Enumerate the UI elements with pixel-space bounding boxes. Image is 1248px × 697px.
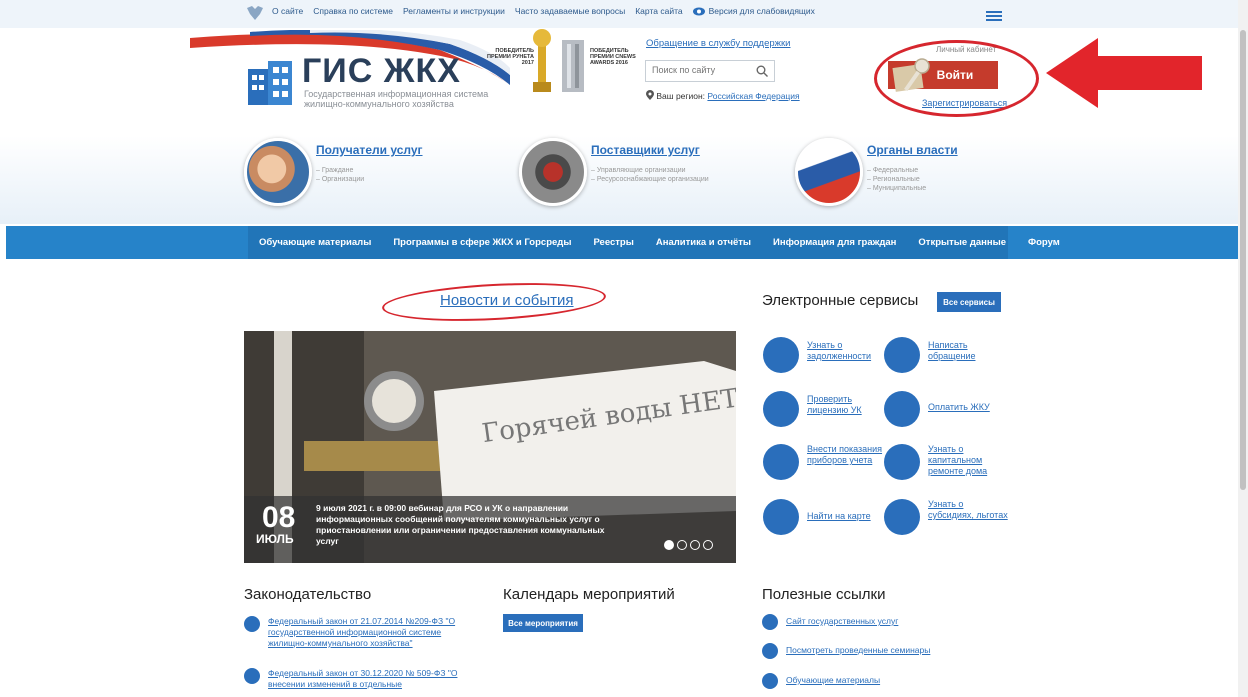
audience-item: – Ресурсоснабжающие организации — [591, 176, 709, 183]
badge-icon — [763, 391, 799, 427]
audience-item: – Региональные — [867, 176, 920, 183]
audience-title[interactable]: Получатели услуг — [316, 143, 423, 157]
accessibility-link[interactable]: Версия для слабовидящих — [692, 6, 815, 16]
document-icon — [244, 668, 260, 684]
audience-item: – Муниципальные — [867, 185, 927, 192]
service-label[interactable]: Оплатить ЖКУ — [928, 402, 1008, 413]
document-icon — [244, 616, 260, 632]
slider-dot[interactable] — [677, 540, 687, 550]
news-slider[interactable]: Горячей воды НЕТ!!! 08 ИЮЛЬ 9 июля 2021 … — [244, 331, 736, 563]
top-bar: О сайте Справка по системе Регламенты и … — [0, 0, 1248, 28]
main-nav: Обучающие материалы Программы в сфере ЖК… — [6, 226, 1238, 259]
search-input[interactable] — [652, 65, 752, 75]
calendar-title: Календарь мероприятий — [503, 586, 675, 603]
nav-item-analytics[interactable]: Аналитика и отчёты — [645, 226, 762, 259]
audience-item: – Граждане — [316, 167, 354, 174]
scrollbar-thumb[interactable] — [1240, 30, 1246, 490]
region-label: Ваш регион: — [656, 91, 706, 101]
audience-items: – Управляющие организации – Ресурсоснабж… — [591, 166, 709, 184]
law-link[interactable]: Федеральный закон от 30.12.2020 № 509-ФЗ… — [268, 668, 478, 690]
service-label[interactable]: Узнать о субсидиях, льготах — [928, 499, 1008, 521]
search-box[interactable] — [645, 60, 775, 82]
topbar-link-about[interactable]: О сайте — [272, 6, 303, 16]
wallet-icon — [884, 391, 920, 427]
region-selector: Ваш регион: Российская Федерация — [646, 90, 800, 101]
useful-links-title: Полезные ссылки — [762, 586, 886, 603]
nav-item-registries[interactable]: Реестры — [582, 226, 644, 259]
all-events-button[interactable]: Все мероприятия — [503, 614, 583, 632]
audience-title[interactable]: Органы власти — [867, 143, 958, 157]
slider-pagination — [664, 540, 713, 550]
topbar-link-sitemap[interactable]: Карта сайта — [635, 6, 682, 16]
service-label[interactable]: Проверить лицензию УК — [807, 394, 887, 416]
award-cnews: ПОБЕДИТЕЛЬ ПРЕМИИ CNEWS AWARDS 2016 — [590, 48, 636, 66]
link-icon — [762, 673, 778, 689]
service-label[interactable]: Написать обращение — [928, 340, 1008, 362]
search-icon[interactable] — [756, 65, 768, 77]
ruble-icon — [763, 337, 799, 373]
service-label[interactable]: Узнать о задолженности — [807, 340, 887, 362]
nav-item-programs[interactable]: Программы в сфере ЖКХ и Горсреды — [382, 226, 582, 259]
annotation-oval-login — [874, 40, 1039, 117]
all-services-button[interactable]: Все сервисы — [937, 292, 1001, 312]
audience-items: – Федеральные – Региональные – Муниципал… — [867, 166, 926, 193]
annotation-oval-news — [381, 278, 607, 326]
support-link[interactable]: Обращение в службу поддержки — [646, 38, 790, 49]
audience-title[interactable]: Поставщики услуг — [591, 143, 700, 157]
topbar-link-regulations[interactable]: Регламенты и инструкции — [403, 6, 505, 16]
map-pin-icon — [763, 499, 799, 535]
slider-dot[interactable] — [690, 540, 700, 550]
eye-icon — [692, 7, 705, 15]
authorities-photo — [795, 138, 863, 206]
nav-item-open-data[interactable]: Открытые данные — [907, 226, 1017, 259]
chat-icon — [884, 337, 920, 373]
site-logo-subtitle: Государственная информационная система ж… — [304, 89, 489, 109]
useful-link[interactable]: Посмотреть проведенные семинары — [786, 645, 930, 655]
award-runet: ПОБЕДИТЕЛЬ ПРЕМИИ РУНЕТА 2017 — [487, 48, 534, 66]
nav-item-forum[interactable]: Форум — [1017, 226, 1071, 259]
useful-link[interactable]: Обучающие материалы — [786, 675, 880, 685]
providers-photo — [519, 138, 587, 206]
coat-of-arms-icon — [247, 6, 263, 20]
useful-link[interactable]: Сайт государственных услуг — [786, 616, 898, 626]
slider-dot[interactable] — [664, 540, 674, 550]
news-date-day: 08 — [262, 501, 296, 534]
audience-item: – Федеральные — [867, 167, 919, 174]
region-value-link[interactable]: Российская Федерация — [707, 91, 799, 101]
annotation-arrow — [1046, 38, 1202, 108]
tools-icon — [884, 444, 920, 480]
nav-item-training[interactable]: Обучающие материалы — [248, 226, 382, 259]
services-title: Электронные сервисы — [762, 292, 919, 309]
slider-dot[interactable] — [703, 540, 713, 550]
link-icon — [762, 643, 778, 659]
service-label[interactable]: Найти на карте — [807, 511, 887, 522]
news-date-month: ИЮЛЬ — [256, 532, 294, 546]
service-label[interactable]: Внести показания приборов учета — [807, 444, 887, 466]
nav-item-citizens[interactable]: Информация для граждан — [762, 226, 907, 259]
topbar-link-help[interactable]: Справка по системе — [313, 6, 393, 16]
topbar-link-faq[interactable]: Часто задаваемые вопросы — [515, 6, 625, 16]
award-statue-icon — [562, 40, 584, 92]
location-pin-icon — [646, 90, 654, 100]
building-logo-icon — [248, 61, 292, 105]
audience-item: – Управляющие организации — [591, 167, 686, 174]
recipients-photo — [244, 138, 312, 206]
link-icon — [762, 614, 778, 630]
service-label[interactable]: Узнать о капитальном ремонте дома — [928, 444, 1008, 477]
law-link[interactable]: Федеральный закон от 21.07.2014 №209-ФЗ … — [268, 616, 478, 649]
audience-item: – Организации — [316, 176, 365, 183]
scrollbar[interactable] — [1238, 0, 1248, 697]
trophy-icon — [533, 29, 551, 92]
news-caption[interactable]: 9 июля 2021 г. в 09:00 вебинар для РСО и… — [316, 503, 606, 547]
site-logo-title[interactable]: ГИС ЖКХ — [302, 52, 461, 91]
percent-icon — [884, 499, 920, 535]
accessibility-label: Версия для слабовидящих — [708, 6, 815, 16]
legislation-title: Законодательство — [244, 586, 372, 603]
menu-icon[interactable] — [986, 11, 1002, 21]
audience-items: – Граждане – Организации — [316, 166, 364, 184]
meter-icon — [763, 444, 799, 480]
